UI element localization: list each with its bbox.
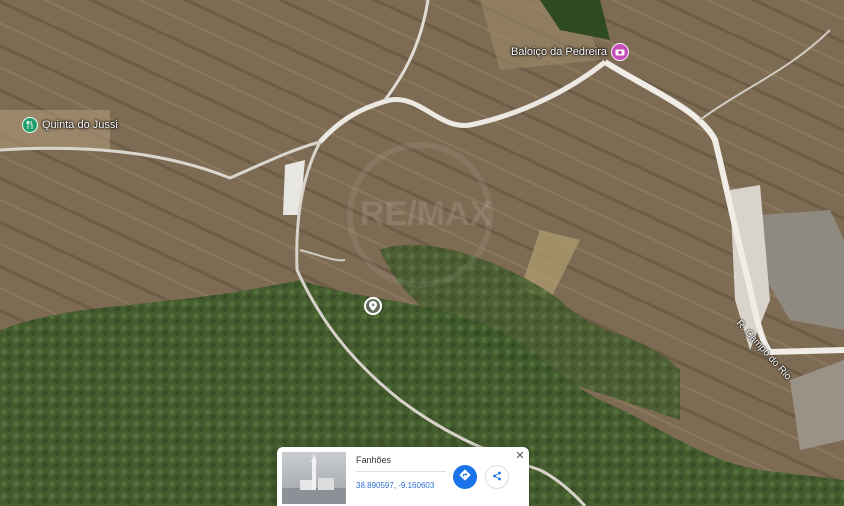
location-pin-icon[interactable] [364,297,382,315]
share-button[interactable] [485,465,509,489]
camera-icon [611,43,630,61]
close-icon: ✕ [515,450,525,462]
watermark: RE/MAX [360,195,493,233]
directions-icon [459,468,471,486]
poi-label: Quinta do Jussi [42,119,118,131]
place-thumbnail[interactable] [282,452,346,504]
place-info-card[interactable]: Fanhões 38.890597, -9.160603 ✕ [277,447,529,506]
place-title: Fanhões [356,455,392,465]
satellite-map[interactable]: RE/MAX [0,0,844,506]
poi-baloico[interactable]: Baloiço da Pedreira [511,43,630,61]
poi-label: Baloiço da Pedreira [511,46,608,58]
restaurant-icon [22,117,38,133]
share-icon [492,468,502,486]
divider [356,471,446,472]
poi-quinta[interactable]: Quinta do Jussi [22,117,118,133]
close-button[interactable]: ✕ [514,450,526,462]
place-coordinates[interactable]: 38.890597, -9.160603 [356,481,434,490]
directions-button[interactable] [453,465,477,489]
